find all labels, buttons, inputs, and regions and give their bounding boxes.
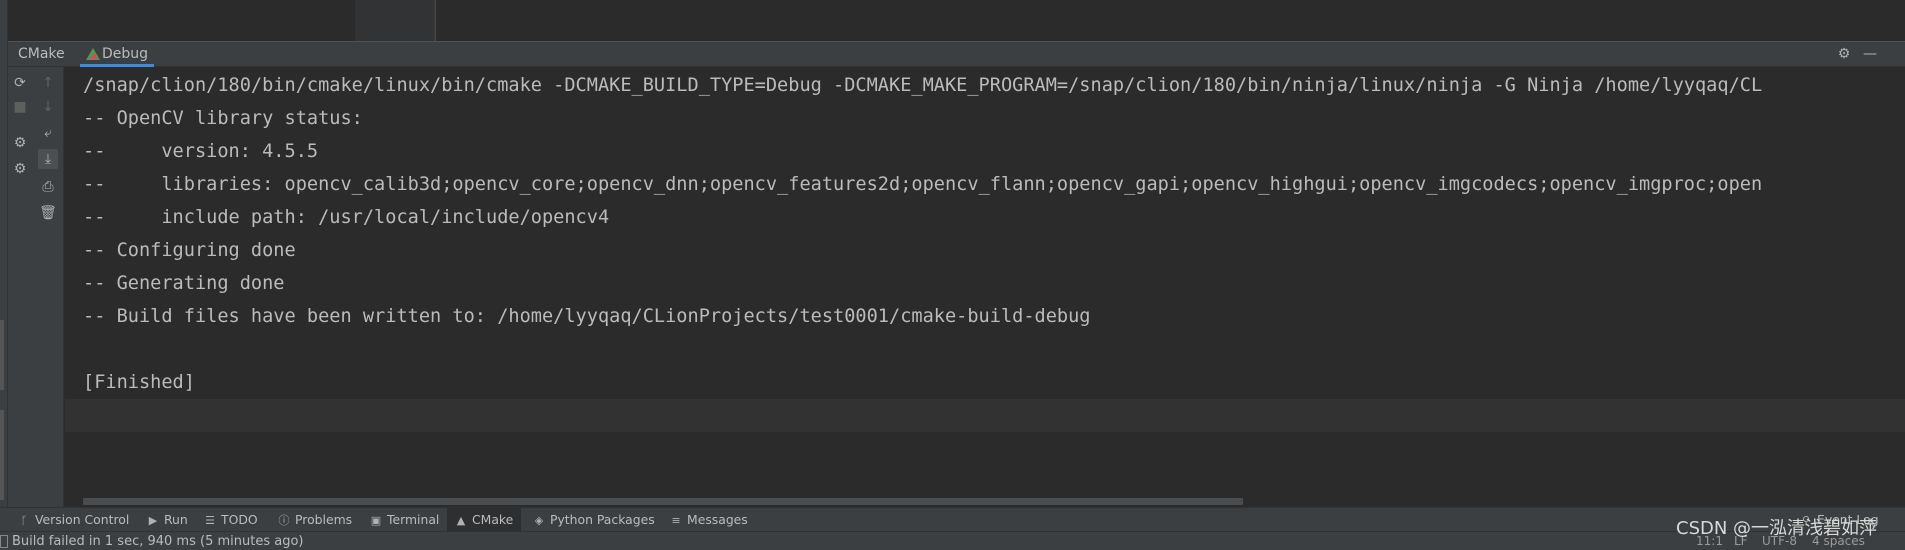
tab-label: Problems [295, 512, 353, 527]
cmake-icon: ▲ [456, 514, 466, 527]
soft-wrap-icon[interactable]: ⤶ [38, 123, 58, 143]
scroll-to-end-icon[interactable]: ⤓ [38, 149, 58, 169]
left-strip-tab[interactable] [0, 320, 4, 390]
settings-edit-icon[interactable]: ⚙ [10, 133, 30, 153]
left-strip-tab[interactable] [0, 410, 4, 500]
minimize-icon[interactable]: — [1861, 45, 1879, 63]
tab-todo[interactable]: ☰ TODO [204, 508, 258, 532]
info-icon: ⓘ [278, 514, 290, 527]
status-bar: Build failed in 1 sec, 940 ms (5 minutes… [0, 531, 1905, 550]
horizontal-scrollbar-thumb[interactable] [83, 498, 1243, 505]
branch-icon: ᚴ [20, 514, 28, 527]
tab-label: CMake [18, 46, 65, 62]
settings-icon[interactable]: ⚙ [10, 159, 30, 179]
reload-icon[interactable]: ⟳ [10, 73, 30, 93]
status-panel-icon[interactable] [0, 535, 8, 548]
editor-gutter [355, 0, 435, 41]
editor-divider [435, 0, 436, 41]
current-line-highlight [65, 399, 1905, 432]
console-line: [Finished] [83, 372, 195, 393]
console-toolbar: ⟳ ↑ ■ ↓ ⤶ ⚙ ⤓ ⚙ ⎙ 🗑 [8, 67, 64, 507]
stop-icon[interactable]: ■ [10, 97, 30, 117]
tab-label: CMake [472, 512, 514, 527]
cmake-icon-accent [90, 52, 98, 59]
editor-area [0, 0, 1905, 41]
tab-cmake[interactable]: CMake [12, 42, 71, 67]
list-icon: ☰ [205, 514, 215, 527]
console-line: -- Configuring done [83, 240, 296, 261]
play-icon: ▶ [148, 514, 158, 527]
arrow-down-icon[interactable]: ↓ [38, 97, 58, 117]
console-line: -- Generating done [83, 273, 285, 294]
tab-label: Run [164, 512, 188, 527]
tab-python-packages[interactable]: ◈ Python Packages [533, 508, 655, 532]
gear-icon[interactable]: ⚙ [1835, 45, 1853, 63]
console-line: -- OpenCV library status: [83, 108, 363, 129]
tab-label: TODO [221, 512, 258, 527]
layers-icon: ◈ [534, 514, 544, 527]
console-line: -- libraries: opencv_calib3d;opencv_core… [83, 174, 1763, 195]
console-line: -- version: 4.5.5 [83, 141, 319, 162]
arrow-up-icon[interactable]: ↑ [38, 73, 58, 93]
messages-icon: ≡ [671, 514, 681, 527]
tab-label: Messages [687, 512, 748, 527]
console-line: -- include path: /usr/local/include/open… [83, 207, 610, 228]
tab-messages[interactable]: ≡ Messages [670, 508, 748, 532]
tab-cmake-bottom[interactable]: ▲ CMake [447, 508, 522, 532]
left-tool-strip[interactable] [0, 0, 8, 510]
console-line: /snap/clion/180/bin/cmake/linux/bin/cmak… [83, 75, 1763, 96]
trash-icon[interactable]: 🗑 [38, 203, 58, 223]
tab-label: Debug [102, 46, 149, 62]
print-icon[interactable]: ⎙ [38, 177, 58, 197]
tab-label: Terminal [387, 512, 440, 527]
console-line: -- Build files have been written to: /ho… [83, 306, 1091, 327]
tool-window-header: CMake Debug ⚙ — [8, 41, 1905, 67]
status-message[interactable]: Build failed in 1 sec, 940 ms (5 minutes… [12, 532, 303, 550]
console-output[interactable]: /snap/clion/180/bin/cmake/linux/bin/cmak… [65, 67, 1905, 507]
tool-window-bar: ᚴ Version Control ▶ Run ☰ TODO ⓘ Problems ▣ T… [0, 507, 1905, 532]
watermark: CSDN @一泓清浅碧如萍 [1676, 518, 1878, 539]
tab-debug[interactable]: Debug [80, 42, 155, 67]
tab-problems[interactable]: ⓘ Problems [278, 508, 353, 532]
tab-version-control[interactable]: ᚴ Version Control [18, 508, 130, 532]
tab-label: Version Control [35, 512, 130, 527]
terminal-icon: ▣ [370, 514, 382, 527]
tab-label: Python Packages [550, 512, 655, 527]
tab-terminal[interactable]: ▣ Terminal [370, 508, 440, 532]
tab-run[interactable]: ▶ Run [147, 508, 188, 532]
